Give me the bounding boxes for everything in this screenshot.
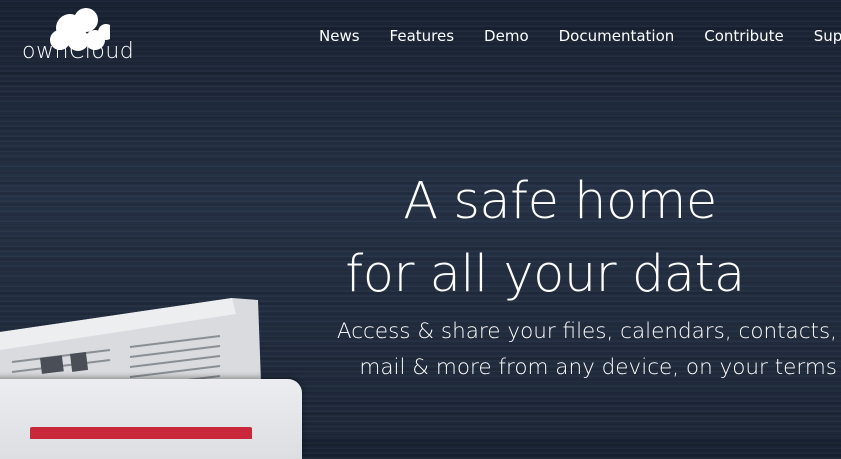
laptop-image <box>0 379 302 459</box>
nav-support[interactable]: Supp <box>814 27 841 45</box>
nav-news[interactable]: News <box>319 27 360 45</box>
owncloud-logo[interactable]: ownCloud <box>20 6 150 68</box>
headline-line-1: A safe home <box>403 172 717 231</box>
hero-subline: Access & share your files, calendars, co… <box>292 314 837 386</box>
nav-contribute[interactable]: Contribute <box>704 27 784 45</box>
subline-line-1: Access & share your files, calendars, co… <box>336 319 837 344</box>
nav-demo[interactable]: Demo <box>484 27 529 45</box>
nav-documentation[interactable]: Documentation <box>559 27 675 45</box>
subline-line-2: mail & more from any device, on your ter… <box>359 355 837 380</box>
nav-features[interactable]: Features <box>390 27 455 45</box>
logo-wordmark: ownCloud <box>22 39 135 64</box>
headline-line-2: for all your data <box>345 245 745 304</box>
hero-banner: ownCloud News Features Demo Documentatio… <box>0 0 841 459</box>
main-nav: News Features Demo Documentation Contrib… <box>319 27 841 45</box>
hero-headline: A safe home for all your data <box>300 165 820 311</box>
red-book-image <box>30 427 252 439</box>
